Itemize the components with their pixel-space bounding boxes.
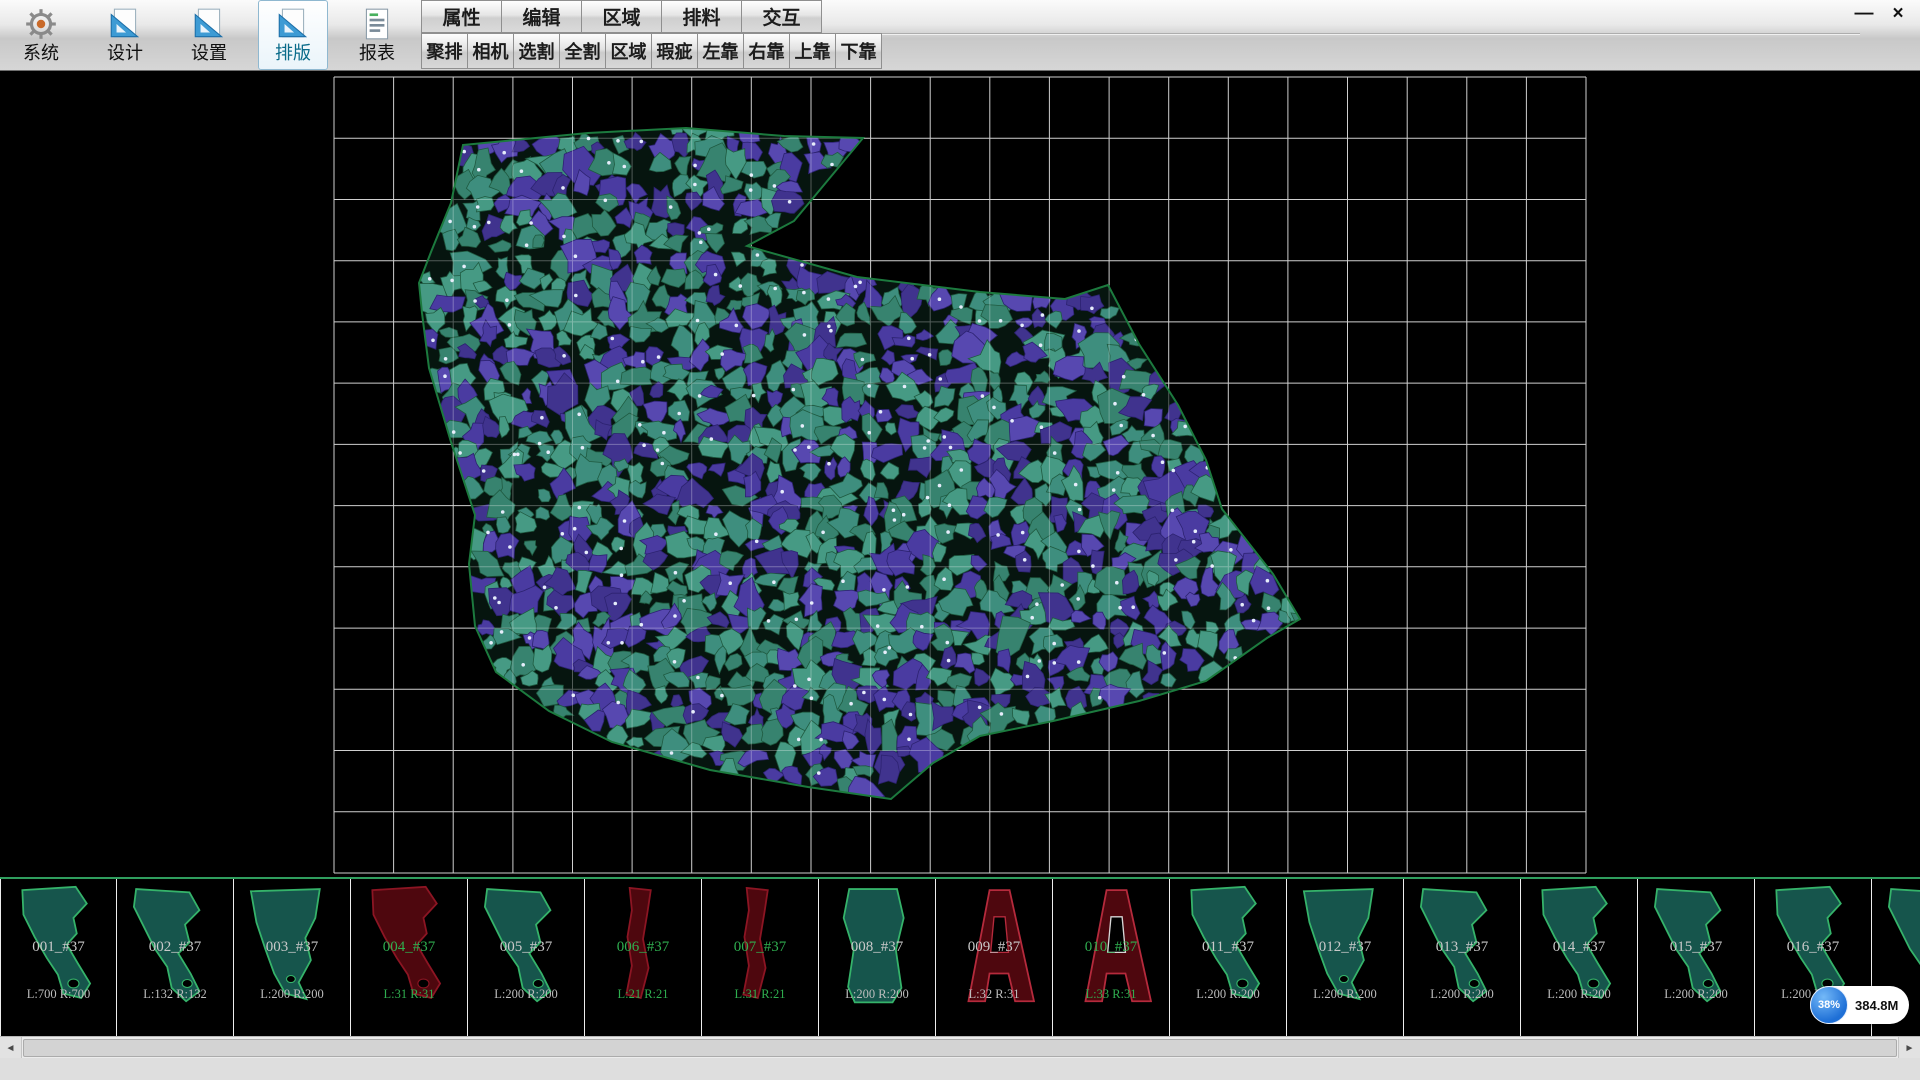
action-align-top[interactable]: 上靠 [789,33,836,69]
action-align-bottom[interactable]: 下靠 [835,33,882,69]
action-cluster-nest[interactable]: 聚排 [421,33,468,69]
menu-tabs: 属性 编辑 区域 排料 交互 [422,0,882,33]
piece-thumbnail[interactable]: 015_#37 L:200 R:200 [1638,879,1755,1036]
action-align-left[interactable]: 左靠 [697,33,744,69]
scroll-left-button[interactable]: ◄ [0,1037,22,1059]
progress-percent: 38% [1818,999,1840,1011]
nav-system-label: 系统 [23,43,59,63]
nav-system-button[interactable]: 系统 [6,0,76,70]
piece-thumbnail[interactable]: 012_#37 L:200 R:200 [1287,879,1404,1036]
tab-interaction[interactable]: 交互 [741,0,822,33]
horizontal-scrollbar[interactable]: ◄ ► [0,1036,1920,1058]
action-buttons: 聚排 相机 选割 全割 区域 瑕疵 左靠 右靠 上靠 下靠 [422,33,882,70]
nav-settings-label: 设置 [191,43,227,63]
action-camera[interactable]: 相机 [467,33,514,69]
piece-thumbnail[interactable]: 008_#37 L:200 R:200 [819,879,936,1036]
piece-list: 001_#37L:700 R:700002_#37L:132 R:132003_… [0,877,1920,1036]
piece-lr-count: L:33 R:31 [1053,987,1169,1002]
piece-name: 010_#37 [1053,939,1169,956]
nesting-canvas[interactable] [0,71,1920,877]
scrollbar-thumb[interactable] [23,1039,1897,1057]
piece-thumbnail[interactable]: 011_#37 L:200 R:200 [1170,879,1287,1036]
piece-thumbnail[interactable]: 004_#37 L:31 R:31 [351,879,468,1036]
piece-name: 016_#37 [1755,939,1871,956]
piece-name: 007_#37 [702,939,818,956]
nav-design-button[interactable]: 设计 [90,0,160,70]
tab-attributes[interactable]: 属性 [421,0,502,33]
nav-settings-button[interactable]: 设置 [174,0,244,70]
minimize-button[interactable]: — [1850,2,1878,26]
set-square-icon [275,7,311,41]
piece-lr-count: L:21 R:21 [585,987,701,1002]
piece-name: 015_#37 [1638,939,1754,956]
nav-layout-label: 排版 [275,43,311,63]
nav-layout-button[interactable]: 排版 [258,0,328,70]
main-nav: 系统 设计 设置 [6,0,412,70]
piece-thumbnail[interactable]: 010_#37 L:33 R:31 [1053,879,1170,1036]
nesting-drawing [0,71,1920,877]
piece-name: 012_#37 [1287,939,1403,956]
piece-name: 001_#37 [1,939,116,956]
set-square-icon [107,7,143,41]
report-icon [359,7,395,41]
gear-icon [23,7,59,41]
piece-thumbnail[interactable]: 005_#37 L:200 R:200 [468,879,585,1036]
window-controls: — × [1850,2,1912,26]
piece-name: 014_#37 [1521,939,1637,956]
piece-name: 013_#37 [1404,939,1520,956]
piece-lr-count: L:31 R:31 [351,987,467,1002]
piece-name: 005_#37 [468,939,584,956]
action-cut-all[interactable]: 全割 [559,33,606,69]
piece-lr-count: L:200 R:200 [819,987,935,1002]
piece-lr-count: L:200 R:200 [468,987,584,1002]
memory-badge: 38% 384.8M [1810,986,1909,1024]
progress-circle: 38% [1810,986,1848,1024]
action-defect[interactable]: 瑕疵 [651,33,698,69]
action-align-right[interactable]: 右靠 [743,33,790,69]
memory-value: 384.8M [1855,998,1898,1013]
piece-thumbnail[interactable]: 001_#37 L:700 R:700 [0,879,117,1036]
piece-name: 004_#37 [351,939,467,956]
piece-thumbnail[interactable]: 002_#37 L:132 R:132 [117,879,234,1036]
piece-name: 003_#37 [234,939,350,956]
piece-thumbnail[interactable]: 007_#37 L:31 R:21 [702,879,819,1036]
close-button[interactable]: × [1884,2,1912,26]
piece-lr-count: L:200 R:200 [1287,987,1403,1002]
piece-thumbnail[interactable]: 006_#37 L:21 R:21 [585,879,702,1036]
nav-report-button[interactable]: 报表 [342,0,412,70]
piece-lr-count: L:200 R:200 [1521,987,1637,1002]
action-region[interactable]: 区域 [605,33,652,69]
menu-area: 属性 编辑 区域 排料 交互 聚排 相机 选割 全割 区域 瑕疵 左靠 右靠 上… [422,0,882,70]
piece-lr-count: L:200 R:200 [234,987,350,1002]
app-window: 系统 设计 设置 [0,0,1920,1080]
tab-nesting[interactable]: 排料 [661,0,742,33]
tab-region[interactable]: 区域 [581,0,662,33]
piece-lr-count: L:132 R:132 [117,987,233,1002]
piece-lr-count: L:32 R:31 [936,987,1052,1002]
piece-lr-count: L:31 R:21 [702,987,818,1002]
action-select-cut[interactable]: 选割 [513,33,560,69]
piece-thumbnail[interactable]: 009_#37 L:32 R:31 [936,879,1053,1036]
scroll-right-button[interactable]: ► [1898,1037,1920,1059]
nav-design-label: 设计 [107,43,143,63]
status-bar [0,1058,1920,1080]
piece-name: 011_#37 [1170,939,1286,956]
piece-lr-count: L:200 R:200 [1404,987,1520,1002]
piece-name: 009_#37 [936,939,1052,956]
set-square-icon [191,7,227,41]
tab-edit[interactable]: 编辑 [501,0,582,33]
piece-name: 008_#37 [819,939,935,956]
piece-lr-count: L:700 R:700 [1,987,116,1002]
piece-name: 006_#37 [585,939,701,956]
piece-lr-count: L:200 R:200 [1170,987,1286,1002]
piece-name: 002_#37 [117,939,233,956]
piece-thumbnail[interactable]: 013_#37 L:200 R:200 [1404,879,1521,1036]
toolbar: 系统 设计 设置 [0,0,1920,71]
piece-thumbnail[interactable]: 014_#37 L:200 R:200 [1521,879,1638,1036]
piece-lr-count: L:200 R:200 [1638,987,1754,1002]
piece-thumbnail[interactable]: 003_#37 L:200 R:200 [234,879,351,1036]
nav-report-label: 报表 [359,43,395,63]
